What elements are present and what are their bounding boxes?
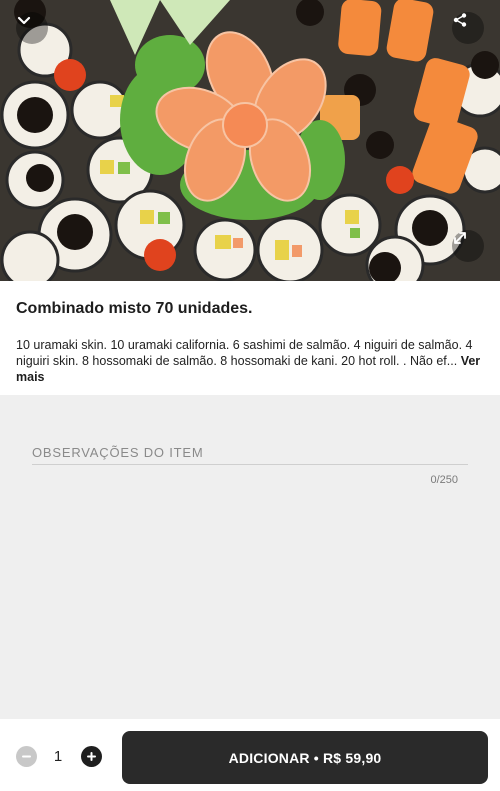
product-info: Combinado misto 70 unidades. 10 uramaki … xyxy=(0,281,500,395)
product-detail-page: Combinado misto 70 unidades. 10 uramaki … xyxy=(0,0,500,791)
add-to-cart-bar: 1 ADICIONAR • R$ 59,90 xyxy=(0,719,500,791)
increase-quantity-button[interactable] xyxy=(81,746,102,767)
product-image xyxy=(0,0,500,281)
minus-icon xyxy=(22,755,31,758)
observations-field[interactable]: OBSERVAÇÕES DO ITEM xyxy=(32,445,203,460)
observations-section: OBSERVAÇÕES DO ITEM 0/250 xyxy=(0,395,500,719)
chevron-down-icon xyxy=(17,16,31,25)
sushi-platter-illustration xyxy=(0,0,500,281)
observations-char-counter: 0/250 xyxy=(430,474,458,486)
observations-underline xyxy=(32,464,468,465)
plus-icon xyxy=(87,752,96,761)
product-title: Combinado misto 70 unidades. xyxy=(16,300,253,317)
share-button[interactable] xyxy=(452,12,484,44)
expand-icon xyxy=(454,232,466,244)
expand-image-button[interactable] xyxy=(452,230,484,262)
decrease-quantity-button[interactable] xyxy=(16,746,37,767)
quantity-value: 1 xyxy=(53,748,63,765)
share-icon xyxy=(453,13,467,27)
collapse-button[interactable] xyxy=(16,12,48,44)
add-to-cart-button[interactable]: ADICIONAR • R$ 59,90 xyxy=(122,731,488,784)
product-description: 10 uramaki skin. 10 uramaki california. … xyxy=(16,337,484,385)
product-description-text: 10 uramaki skin. 10 uramaki california. … xyxy=(16,338,473,368)
